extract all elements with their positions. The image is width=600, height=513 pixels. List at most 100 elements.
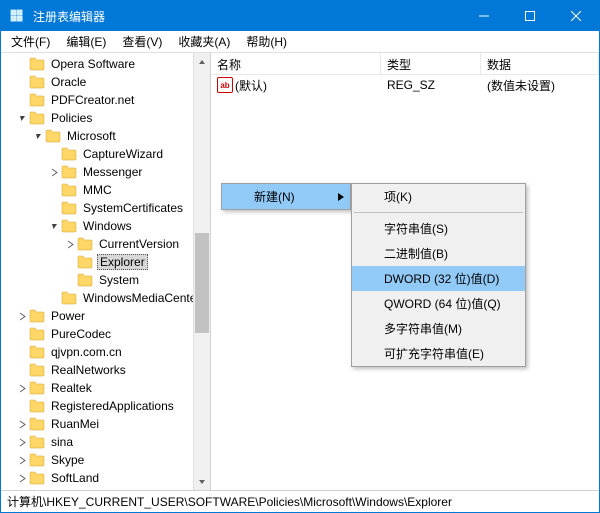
tree-label: Realtek — [49, 381, 94, 395]
expand-icon[interactable] — [17, 455, 28, 466]
expand-spacer — [17, 77, 28, 88]
expand-icon[interactable] — [17, 311, 28, 322]
tree-item[interactable]: WindowsMediaCenter — [1, 289, 210, 307]
tree-label: RealNetworks — [49, 363, 128, 377]
expand-icon[interactable] — [17, 419, 28, 430]
menu-new-expand[interactable]: 可扩充字符串值(E) — [352, 341, 525, 366]
status-path: 计算机\HKEY_CURRENT_USER\SOFTWARE\Policies\… — [7, 493, 452, 510]
tree-item[interactable]: Power — [1, 307, 210, 325]
tree-label: WindowsMediaCenter — [81, 291, 202, 305]
tree-item[interactable]: CaptureWizard — [1, 145, 210, 163]
menu-new-string[interactable]: 字符串值(S) — [352, 216, 525, 241]
menu-help[interactable]: 帮助(H) — [240, 31, 293, 52]
tree-item[interactable]: Policies — [1, 109, 210, 127]
context-menu-main: 新建(N) — [221, 183, 351, 210]
col-data[interactable]: 数据 — [481, 53, 599, 74]
scroll-down-button[interactable] — [194, 473, 210, 490]
tree-label: SoftLand — [49, 471, 101, 485]
list-header: 名称 类型 数据 — [211, 53, 599, 75]
expand-icon[interactable] — [17, 383, 28, 394]
close-button[interactable] — [553, 1, 599, 31]
list-row[interactable]: ab (默认) REG_SZ (数值未设置) — [211, 75, 599, 95]
statusbar: 计算机\HKEY_CURRENT_USER\SOFTWARE\Policies\… — [1, 490, 599, 512]
tree-item[interactable]: RuanMei — [1, 415, 210, 433]
maximize-button[interactable] — [507, 1, 553, 31]
tree-item[interactable]: Skype — [1, 451, 210, 469]
tree-label: Opera Software — [49, 57, 137, 71]
menu-new-qword[interactable]: QWORD (64 位)值(Q) — [352, 291, 525, 316]
expand-spacer — [65, 257, 76, 268]
tree-label: RegisteredApplications — [49, 399, 176, 413]
tree-item[interactable]: SystemCertificates — [1, 199, 210, 217]
tree-label: sina — [49, 435, 75, 449]
expand-spacer — [17, 401, 28, 412]
col-type[interactable]: 类型 — [381, 53, 481, 74]
tree-item[interactable]: Windows — [1, 217, 210, 235]
menubar: 文件(F) 编辑(E) 查看(V) 收藏夹(A) 帮助(H) — [1, 31, 599, 53]
tree-item[interactable]: Realtek — [1, 379, 210, 397]
collapse-icon[interactable] — [33, 131, 44, 142]
value-list[interactable]: 名称 类型 数据 ab (默认) REG_SZ (数值未设置) 新建(N) 项(… — [211, 53, 599, 490]
tree-item[interactable]: PDFCreator.net — [1, 91, 210, 109]
value-name: (默认) — [235, 77, 267, 94]
tree-item[interactable]: PureCodec — [1, 325, 210, 343]
tree-label: CaptureWizard — [81, 147, 165, 161]
tree-scrollbar[interactable] — [193, 53, 210, 490]
content-area: Opera Software Oracle PDFCreator.net Polici… — [1, 53, 599, 490]
registry-tree[interactable]: Opera Software Oracle PDFCreator.net Polici… — [1, 53, 211, 490]
menu-new[interactable]: 新建(N) — [222, 184, 350, 209]
tree-label: PDFCreator.net — [49, 93, 136, 107]
expand-spacer — [17, 59, 28, 70]
tree-label: System — [97, 273, 141, 287]
menu-separator — [354, 212, 523, 213]
menu-new-multi[interactable]: 多字符串值(M) — [352, 316, 525, 341]
expand-icon[interactable] — [17, 473, 28, 484]
tree-label: Explorer — [97, 254, 148, 270]
expand-spacer — [17, 365, 28, 376]
tree-item[interactable]: SoftLand — [1, 469, 210, 487]
tree-label: Microsoft — [65, 129, 118, 143]
tree-label: PureCodec — [49, 327, 113, 341]
collapse-icon[interactable] — [49, 221, 60, 232]
tree-item[interactable]: Messenger — [1, 163, 210, 181]
scroll-up-button[interactable] — [194, 53, 210, 70]
tree-item[interactable]: sina — [1, 433, 210, 451]
menu-new-key[interactable]: 项(K) — [352, 184, 525, 209]
context-menu-new: 项(K) 字符串值(S) 二进制值(B) DWORD (32 位)值(D) QW… — [351, 183, 526, 367]
tree-item[interactable]: RealNetworks — [1, 361, 210, 379]
tree-label: Windows — [81, 219, 134, 233]
menu-file[interactable]: 文件(F) — [5, 31, 56, 52]
titlebar: 注册表编辑器 — [1, 1, 599, 31]
tree-item[interactable]: MMC — [1, 181, 210, 199]
menu-favorites[interactable]: 收藏夹(A) — [172, 31, 236, 52]
tree-item[interactable]: CurrentVersion — [1, 235, 210, 253]
submenu-arrow-icon — [338, 190, 344, 204]
tree-label: Messenger — [81, 165, 144, 179]
menu-new-dword[interactable]: DWORD (32 位)值(D) — [352, 266, 525, 291]
col-name[interactable]: 名称 — [211, 53, 381, 74]
tree-item[interactable]: RegisteredApplications — [1, 397, 210, 415]
tree-item[interactable]: Oracle — [1, 73, 210, 91]
expand-icon[interactable] — [17, 437, 28, 448]
tree-item[interactable]: System — [1, 271, 210, 289]
scroll-thumb[interactable] — [195, 233, 209, 333]
menu-new-binary[interactable]: 二进制值(B) — [352, 241, 525, 266]
expand-spacer — [49, 293, 60, 304]
menu-edit[interactable]: 编辑(E) — [60, 31, 112, 52]
collapse-icon[interactable] — [17, 113, 28, 124]
tree-item[interactable]: Opera Software — [1, 55, 210, 73]
expand-spacer — [49, 185, 60, 196]
tree-item[interactable]: Microsoft — [1, 127, 210, 145]
window-title: 注册表编辑器 — [33, 8, 461, 25]
expand-spacer — [17, 347, 28, 358]
expand-icon[interactable] — [65, 239, 76, 250]
expand-icon[interactable] — [49, 167, 60, 178]
string-value-icon: ab — [217, 77, 233, 93]
minimize-button[interactable] — [461, 1, 507, 31]
tree-item[interactable]: Explorer — [1, 253, 210, 271]
expand-spacer — [49, 149, 60, 160]
expand-spacer — [49, 203, 60, 214]
tree-label: Policies — [49, 111, 94, 125]
menu-view[interactable]: 查看(V) — [116, 31, 168, 52]
tree-item[interactable]: qjvpn.com.cn — [1, 343, 210, 361]
